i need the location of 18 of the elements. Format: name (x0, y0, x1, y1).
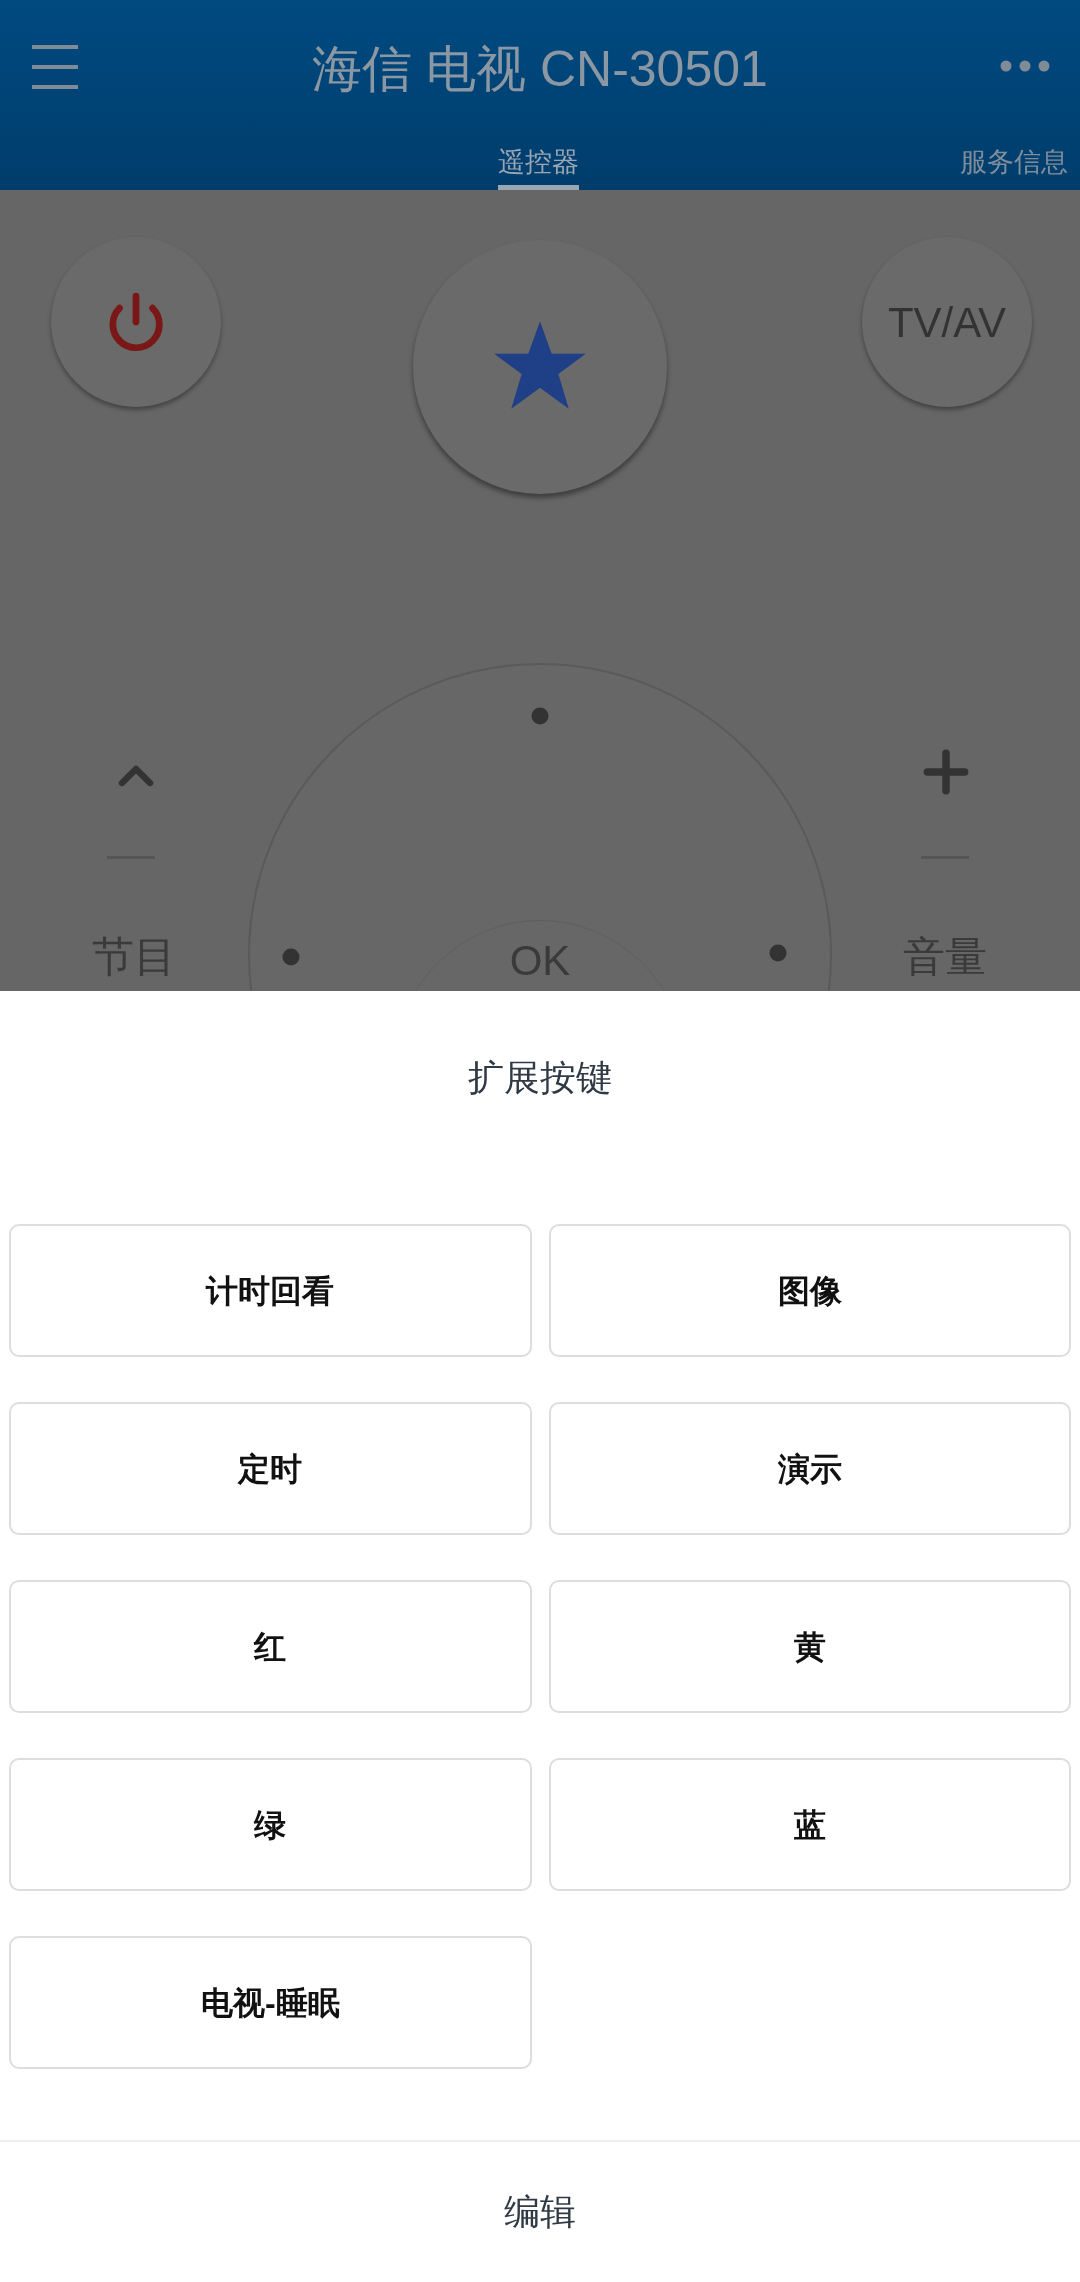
key-button[interactable]: 电视-睡眠 (9, 1936, 532, 2069)
right-dot-icon[interactable] (769, 944, 787, 962)
sheet-title: 扩展按键 (468, 1056, 612, 1100)
left-dot-icon[interactable] (282, 948, 300, 966)
key-button[interactable]: 演示 (548, 1402, 1071, 1535)
up-dot-icon[interactable] (531, 707, 549, 725)
edit-button[interactable]: 编辑 (504, 2185, 576, 2239)
tab[interactable]: 遥控器 (498, 140, 579, 190)
key-button[interactable]: 定时 (9, 1402, 532, 1535)
key-button[interactable]: 图像 (548, 1224, 1071, 1357)
more-icon[interactable] (1000, 60, 1050, 72)
window-title: 海信 电视 CN-30501 (311, 40, 769, 99)
key-button[interactable]: 绿 (9, 1758, 532, 1891)
menu-icon[interactable] (30, 43, 80, 91)
key-button[interactable]: 黄 (548, 1580, 1071, 1713)
key-button[interactable]: 计时回看 (9, 1224, 532, 1357)
key-button[interactable]: 蓝 (548, 1758, 1071, 1891)
key-button[interactable]: 红 (9, 1580, 532, 1713)
